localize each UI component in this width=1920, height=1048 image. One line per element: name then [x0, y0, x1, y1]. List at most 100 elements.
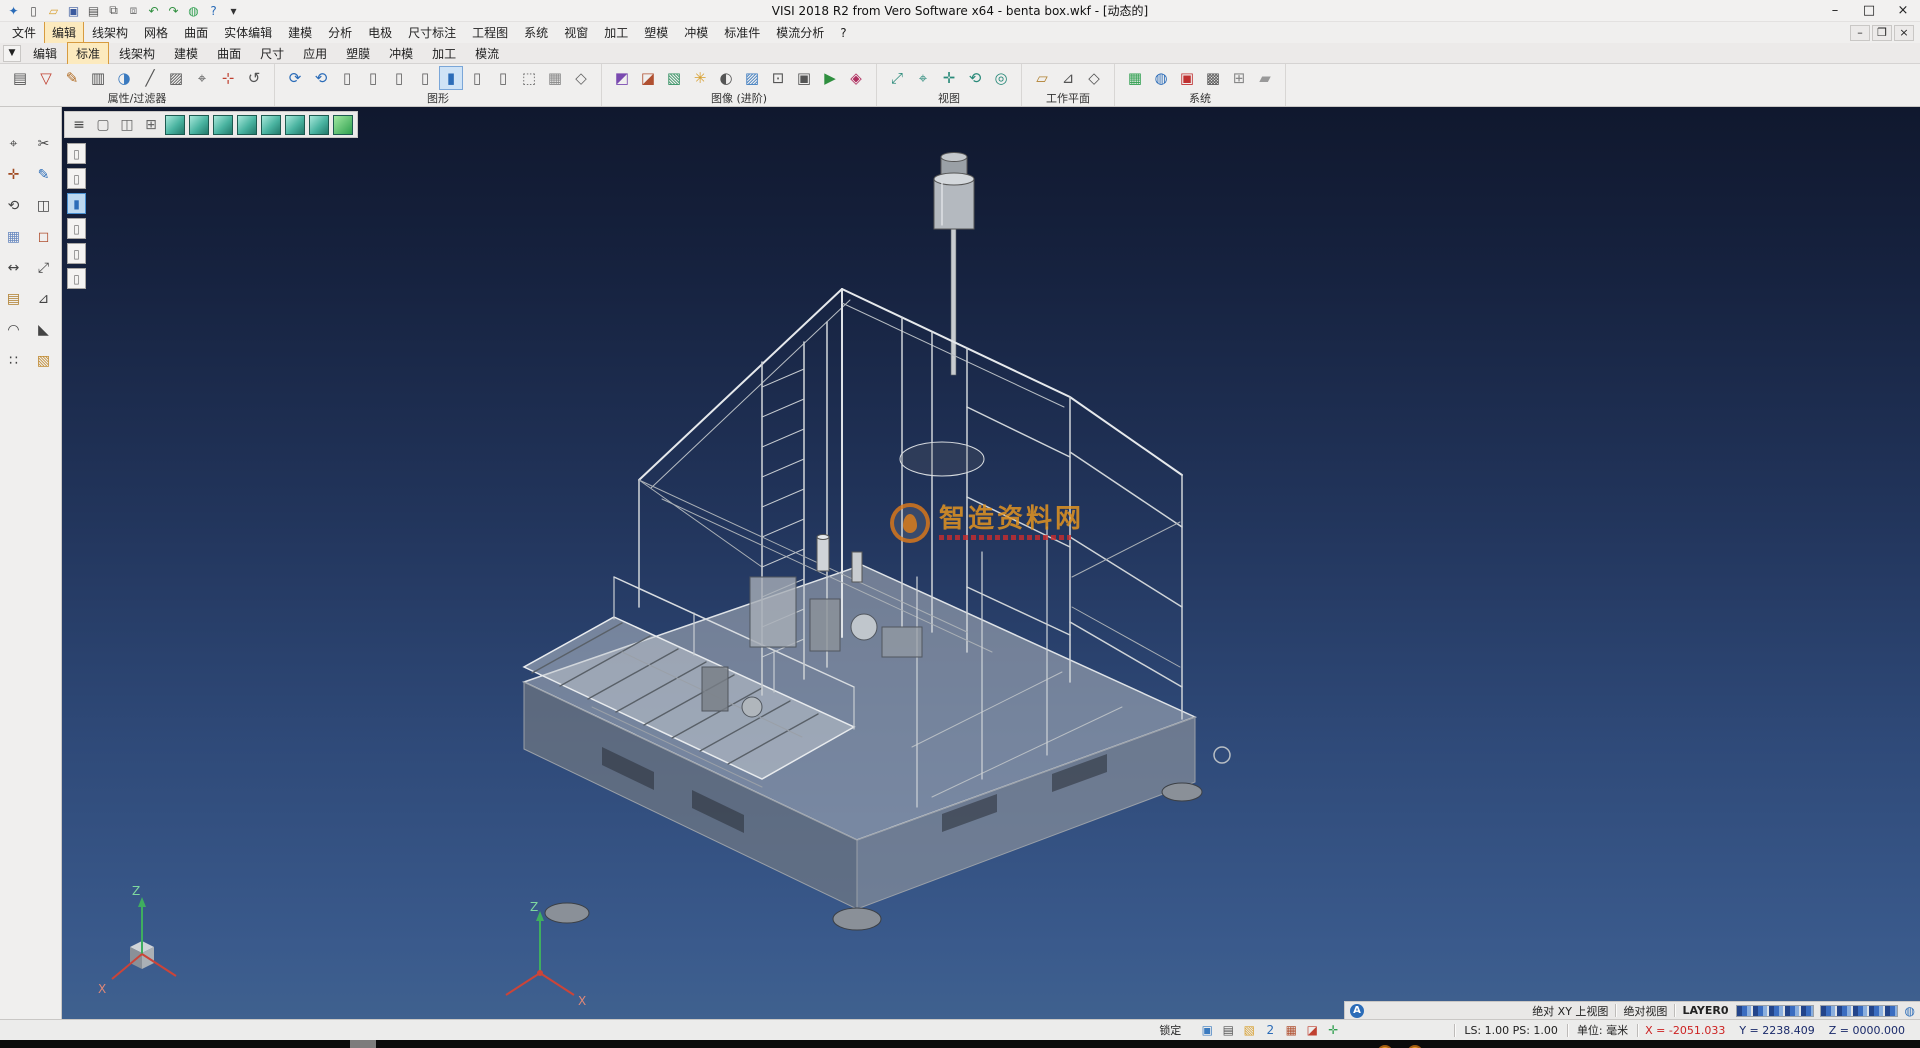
snapshot-icon[interactable]: ▣ — [792, 66, 816, 90]
filter-points-toggle[interactable]: ▯ — [67, 143, 86, 164]
print-preview-icon[interactable]: ▤ — [1219, 1022, 1237, 1038]
material-cube-icon[interactable]: ◪ — [1303, 1022, 1321, 1038]
axes-icon[interactable]: ✛ — [1324, 1022, 1342, 1038]
chamfer-icon[interactable]: ◣ — [33, 319, 55, 341]
mask-icon[interactable]: ▨ — [164, 66, 188, 90]
count-badge[interactable]: 2 — [1261, 1022, 1279, 1038]
array-icon[interactable]: ∷ — [3, 350, 25, 372]
linetype-filter-icon[interactable]: ╱ — [138, 66, 162, 90]
annotation-badge[interactable]: A — [1350, 1004, 1364, 1018]
viewport-3d[interactable]: ≡▢◫⊞ ▯▯▮▯▯▯ — [62, 107, 1920, 1019]
single-window-icon[interactable]: ▢ — [92, 114, 114, 136]
paste-icon[interactable]: ⧈ — [124, 2, 143, 20]
print-icon[interactable]: ▤ — [84, 2, 103, 20]
show-points-toggle[interactable]: ▯ — [335, 66, 359, 90]
ribbon-tab[interactable]: 编辑 — [24, 42, 66, 65]
back-view-icon[interactable] — [237, 115, 257, 135]
right-view-icon[interactable] — [285, 115, 305, 135]
compare-icon[interactable]: ◈ — [844, 66, 868, 90]
advanced-render-icon[interactable]: ◩ — [610, 66, 634, 90]
taskbar-item[interactable] — [350, 1040, 376, 1048]
environment-icon[interactable]: ▨ — [740, 66, 764, 90]
screen-icon[interactable]: ▣ — [1198, 1022, 1216, 1038]
mdi-restore-button[interactable]: ❐ — [1872, 25, 1892, 41]
bounding-box-toggle[interactable]: ⬚ — [517, 66, 541, 90]
palette-icon[interactable]: ▦ — [1282, 1022, 1300, 1038]
layers-icon[interactable]: ▣ — [1175, 66, 1199, 90]
split-window-icon[interactable]: ◫ — [116, 114, 138, 136]
view-globe-icon[interactable]: ◍ — [1905, 1004, 1915, 1018]
show-surfaces-toggle[interactable]: ▯ — [387, 66, 411, 90]
ribbon-tab[interactable]: 曲面 — [208, 42, 250, 65]
absolute-view-label[interactable]: 绝对视图 — [1623, 1003, 1667, 1019]
match-properties-icon[interactable]: ✎ — [60, 66, 84, 90]
minimize-button[interactable]: – — [1818, 0, 1852, 21]
filter-meshes-toggle[interactable]: ▯ — [67, 243, 86, 264]
save-icon[interactable]: ▣ — [64, 2, 83, 20]
axes-toggle[interactable]: ◇ — [569, 66, 593, 90]
orbit-icon[interactable]: ⟲ — [963, 66, 987, 90]
snap-point-icon[interactable]: ✛ — [3, 164, 25, 186]
ribbon-tab[interactable]: 加工 — [423, 42, 465, 65]
close-button[interactable]: × — [1886, 0, 1920, 21]
undo-icon[interactable]: ↶ — [144, 2, 163, 20]
shaded-view-icon[interactable] — [333, 115, 353, 135]
open-file-icon[interactable]: ▱ — [44, 2, 63, 20]
tab-overflow-dropdown[interactable]: ▼ — [3, 45, 21, 62]
measure-icon[interactable]: ⊿ — [33, 288, 55, 310]
help-icon[interactable]: ? — [204, 2, 223, 20]
show-hidden-toggle[interactable]: ▯ — [465, 66, 489, 90]
hatch-icon[interactable]: ▧ — [33, 350, 55, 372]
erase-icon[interactable]: ◻ — [33, 226, 55, 248]
new-file-icon[interactable]: ▯ — [24, 2, 43, 20]
grid-toggle[interactable]: ▦ — [543, 66, 567, 90]
show-solids-toggle[interactable]: ▯ — [413, 66, 437, 90]
pattern-icon[interactable]: ▩ — [1201, 66, 1225, 90]
lights-icon[interactable]: ✳ — [688, 66, 712, 90]
front-view-icon[interactable] — [213, 115, 233, 135]
filter-dims-toggle[interactable]: ▯ — [67, 268, 86, 289]
grid-icon[interactable]: ▦ — [3, 226, 25, 248]
rotate-icon[interactable]: ⟲ — [3, 195, 25, 217]
active-layer-toggle[interactable]: ▮ — [439, 66, 463, 90]
viewbar-menu-icon[interactable]: ≡ — [68, 114, 90, 136]
pen-colors-bar[interactable] — [1820, 1005, 1898, 1017]
move-icon[interactable]: ↔ — [3, 257, 25, 279]
layer-colors-bar[interactable] — [1736, 1005, 1814, 1017]
iso-view-icon[interactable] — [165, 115, 185, 135]
menu-item[interactable]: 冲模 — [676, 21, 716, 44]
workplane-align-icon[interactable]: ⊿ — [1056, 66, 1080, 90]
ribbon-tab[interactable]: 尺寸 — [251, 42, 293, 65]
zoom-fit-icon[interactable]: ⤢ — [885, 66, 909, 90]
redraw-icon[interactable]: ⟳ — [283, 66, 307, 90]
regen-icon[interactable]: ⟲ — [309, 66, 333, 90]
show-edges-toggle[interactable]: ▯ — [491, 66, 515, 90]
workplane-icon[interactable]: ▱ — [1030, 66, 1054, 90]
material-slab-icon[interactable]: ▰ — [1253, 66, 1277, 90]
web-icon[interactable]: ◍ — [1149, 66, 1173, 90]
image-icon[interactable]: ▧ — [1240, 1022, 1258, 1038]
title-bar[interactable]: ✦▯▱▣▤⧉⧈↶↷◍?▾ VISI 2018 R2 from Vero Soft… — [0, 0, 1920, 22]
qat-dropdown-icon[interactable]: ▾ — [224, 2, 243, 20]
os-taskbar[interactable] — [0, 1040, 1920, 1048]
materials-icon[interactable]: ◪ — [636, 66, 660, 90]
mdi-close-button[interactable]: × — [1894, 25, 1914, 41]
menu-item[interactable]: 加工 — [596, 21, 636, 44]
camera-icon[interactable]: ⊡ — [766, 66, 790, 90]
shadows-icon[interactable]: ◐ — [714, 66, 738, 90]
copy-icon[interactable]: ⧉ — [104, 2, 123, 20]
select-icon[interactable]: ⌖ — [3, 133, 25, 155]
layer-manager-icon[interactable]: ▥ — [86, 66, 110, 90]
ribbon-tab[interactable]: 冲模 — [380, 42, 422, 65]
layers-tool-icon[interactable]: ▤ — [3, 288, 25, 310]
arc-icon[interactable]: ◠ — [3, 319, 25, 341]
reset-filter-icon[interactable]: ↺ — [242, 66, 266, 90]
animation-icon[interactable]: ▶ — [818, 66, 842, 90]
menu-item[interactable]: 塑模 — [636, 21, 676, 44]
menu-item[interactable]: 模流分析 — [768, 21, 832, 44]
lock-label[interactable]: 锁定 — [1159, 1022, 1181, 1038]
filter-curves-toggle[interactable]: ▯ — [67, 168, 86, 189]
mdi-minimize-button[interactable]: – — [1850, 25, 1870, 41]
trim-icon[interactable]: ✂ — [33, 133, 55, 155]
ribbon-tab[interactable]: 建模 — [165, 42, 207, 65]
